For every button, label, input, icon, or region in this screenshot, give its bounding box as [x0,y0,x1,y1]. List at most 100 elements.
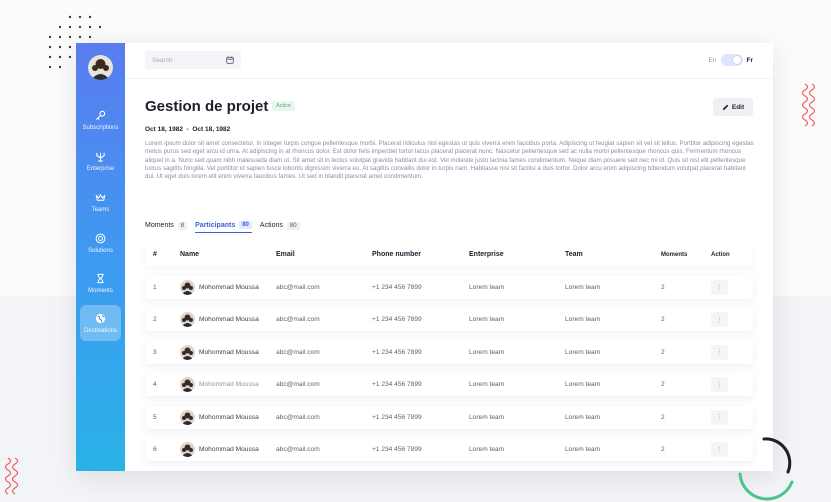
cell-num: 1 [153,283,157,291]
sidebar-item-destinations[interactable]: Destinations [80,305,121,341]
cell-team: Lorem team [565,283,601,291]
cell-enterprise: Lorem team [469,316,505,323]
cell-moments: 2 [661,283,665,291]
table-row[interactable]: 2 Mohommad Moussa abc@mail.com +1 234 45… [145,308,753,331]
calendar-icon[interactable] [226,56,234,64]
kebab-icon: ⋮ [716,381,723,389]
page-title: Gestion de projet [145,98,269,115]
header-phone[interactable]: Phone number [372,251,469,258]
search-input[interactable] [152,56,222,64]
language-en-label[interactable]: En [709,57,717,64]
table-row[interactable]: 4 Mohommad Moussa abc@mail.com +1 234 45… [145,373,753,396]
table-row[interactable]: 6 Mohommad Moussa abc@mail.com +1 234 45… [145,438,753,461]
sidebar-item-solutions[interactable]: Solutions [80,226,121,260]
header-team[interactable]: Team [565,251,661,258]
participant-name: Mohommad Moussa [199,348,259,356]
participant-name: Mohommad Moussa [199,413,259,421]
cell-name: Mohommad Moussa [180,377,276,392]
squiggle-decoration-left [4,457,19,495]
kebab-icon: ⋮ [716,446,723,454]
user-avatar[interactable] [88,55,113,80]
cell-moments: 2 [661,413,665,421]
table-row[interactable]: 3 Mohommad Moussa abc@mail.com +1 234 45… [145,340,753,364]
project-description: Lorem ipsum dolor sit amet consectetur. … [145,140,754,181]
squiggle-decoration-right [801,83,816,127]
cell-email: abc@mail.com [276,283,320,291]
language-fr-label[interactable]: Fr [747,57,754,64]
more-options-button[interactable]: ⋮ [711,377,728,392]
tab-count-badge: 80 [286,221,300,230]
header-moments[interactable]: Moments [661,252,711,258]
sidebar-item-subscriptions[interactable]: Subscriptions [80,103,121,137]
cell-enterprise: Lorem team [469,413,505,421]
tab-bar: Moments 8 Participants 80 Actions 80 [145,221,300,233]
cell-action: ⋮ [711,377,751,392]
cell-action: ⋮ [711,279,751,295]
sidebar-item-moments[interactable]: Moments [80,266,121,300]
cell-phone: +1 234 456 7899 [372,283,422,291]
tab-label: Moments [145,222,174,229]
tab-participants[interactable]: Participants 80 [195,221,252,233]
cell-phone: +1 234 456 7899 [372,446,422,453]
cell-phone: +1 234 456 7899 [372,348,422,356]
language-switch: En Fr [709,54,753,66]
cell-name: Mohommad Moussa [180,442,276,457]
header-enterprise[interactable]: Enterprise [469,251,565,258]
cell-enterprise: Lorem team [469,348,505,356]
header-action: Action [711,251,730,258]
pencil-icon [722,104,729,110]
sidebar-item-label: Enterprise [86,165,115,172]
cell-enterprise: Lorem team [469,381,505,388]
sidebar-item-teams[interactable]: Teams [80,185,121,219]
table-body: 1 Mohommad Moussa abc@mail.com +1 234 45… [145,275,753,461]
tab-count-badge: 8 [177,221,188,230]
more-options-button[interactable]: ⋮ [711,344,728,360]
cell-enterprise: Lorem team [469,446,505,453]
cell-team: Lorem team [565,381,601,388]
cell-num: 2 [153,316,157,323]
language-toggle[interactable] [720,54,743,66]
cell-name: Mohommad Moussa [180,279,276,295]
cell-phone: +1 234 456 7899 [372,381,422,388]
tab-moments[interactable]: Moments 8 [145,221,188,233]
avatar [180,409,195,425]
cell-moments: 2 [661,348,665,356]
avatar [180,344,195,360]
cell-enterprise: Lorem team [469,283,505,291]
cell-team: Lorem team [565,446,601,453]
hourglass-icon [97,273,104,283]
header-name[interactable]: Name [180,251,276,258]
key-icon [95,110,106,120]
edit-button[interactable]: Edit [713,98,753,116]
more-options-button[interactable]: ⋮ [711,409,728,425]
header-email[interactable]: Email [276,251,372,258]
cell-action: ⋮ [711,409,751,425]
participant-name: Mohommad Moussa [199,316,259,323]
sidebar-item-label: Destinations [83,327,118,334]
target-icon [95,233,106,243]
more-options-button[interactable]: ⋮ [711,442,728,457]
table-row[interactable]: 5 Mohommad Moussa abc@mail.com +1 234 45… [145,405,753,429]
cell-action: ⋮ [711,312,751,327]
cell-phone: +1 234 456 7899 [372,413,422,421]
more-options-button[interactable]: ⋮ [711,279,728,295]
cell-email: abc@mail.com [276,413,320,421]
cell-name: Mohommad Moussa [180,344,276,360]
kebab-icon: ⋮ [716,284,723,291]
search-box[interactable] [145,51,241,69]
tab-label: Participants [195,221,236,229]
participant-name: Mohommad Moussa [199,446,259,453]
cell-email: abc@mail.com [276,316,320,323]
status-badge: Active [272,101,295,111]
crown-icon [95,193,106,201]
table-row[interactable]: 1 Mohommad Moussa abc@mail.com +1 234 45… [145,275,753,299]
tab-actions[interactable]: Actions 80 [260,221,300,233]
project-dates: Oct 18, 1982 - Oct 18, 1982 [145,126,231,133]
avatar [180,442,195,457]
top-bar: En Fr [125,43,773,79]
more-options-button[interactable]: ⋮ [711,312,728,327]
kebab-icon: ⋮ [716,316,723,324]
app-window: Subscriptions Enterprise Teams Solutions… [76,43,773,471]
sidebar-item-enterprise[interactable]: Enterprise [80,144,121,178]
cell-name: Mohommad Moussa [180,409,276,425]
